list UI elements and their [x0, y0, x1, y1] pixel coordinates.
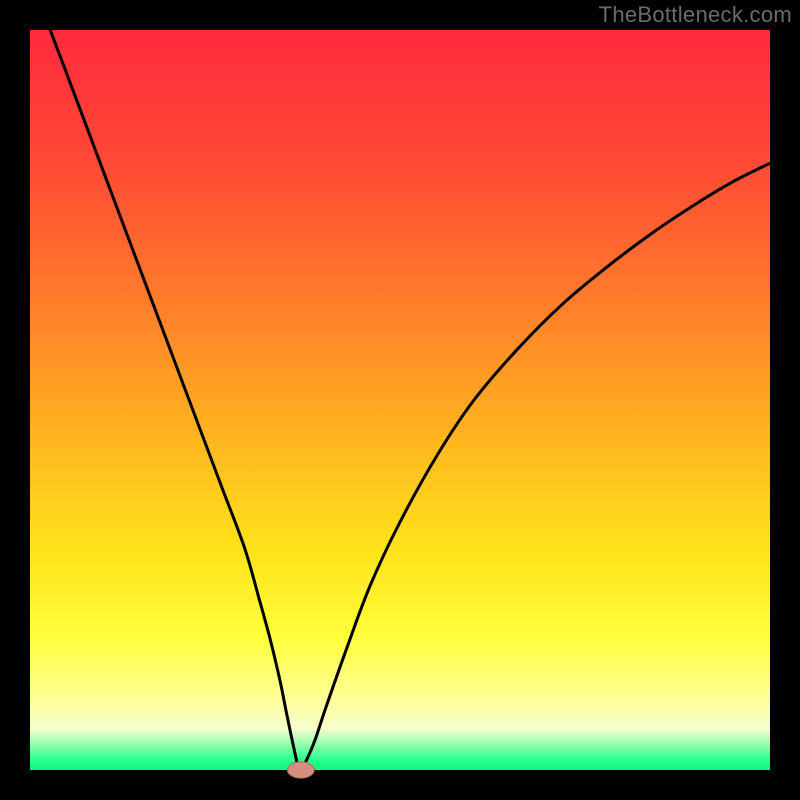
gradient-panel [30, 30, 770, 770]
bottleneck-chart [0, 0, 800, 800]
watermark-text: TheBottleneck.com [599, 2, 792, 28]
chart-stage: TheBottleneck.com [0, 0, 800, 800]
optimal-point-marker [288, 762, 315, 778]
